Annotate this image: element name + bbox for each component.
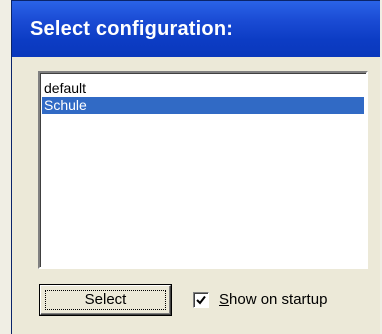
list-item-schule[interactable]: Schule — [42, 97, 364, 114]
mnemonic-letter: S — [219, 291, 230, 308]
show-on-startup-checkbox[interactable] — [193, 292, 209, 308]
select-button[interactable]: Select — [40, 285, 171, 315]
list-item-default[interactable]: default — [42, 80, 364, 97]
checkmark-icon — [196, 295, 206, 305]
show-on-startup-label[interactable]: Show on startup — [219, 291, 327, 308]
select-button-label: Select — [84, 291, 127, 308]
select-configuration-dialog: Select configuration: default Schule Sel… — [11, 0, 380, 334]
desktop-background: Select configuration: default Schule Sel… — [0, 0, 382, 334]
configuration-list[interactable]: default Schule — [38, 71, 368, 269]
title-bar[interactable]: Select configuration: — [12, 1, 380, 57]
dialog-title: Select configuration: — [30, 18, 234, 40]
show-on-startup-text: how on startup — [229, 291, 328, 308]
